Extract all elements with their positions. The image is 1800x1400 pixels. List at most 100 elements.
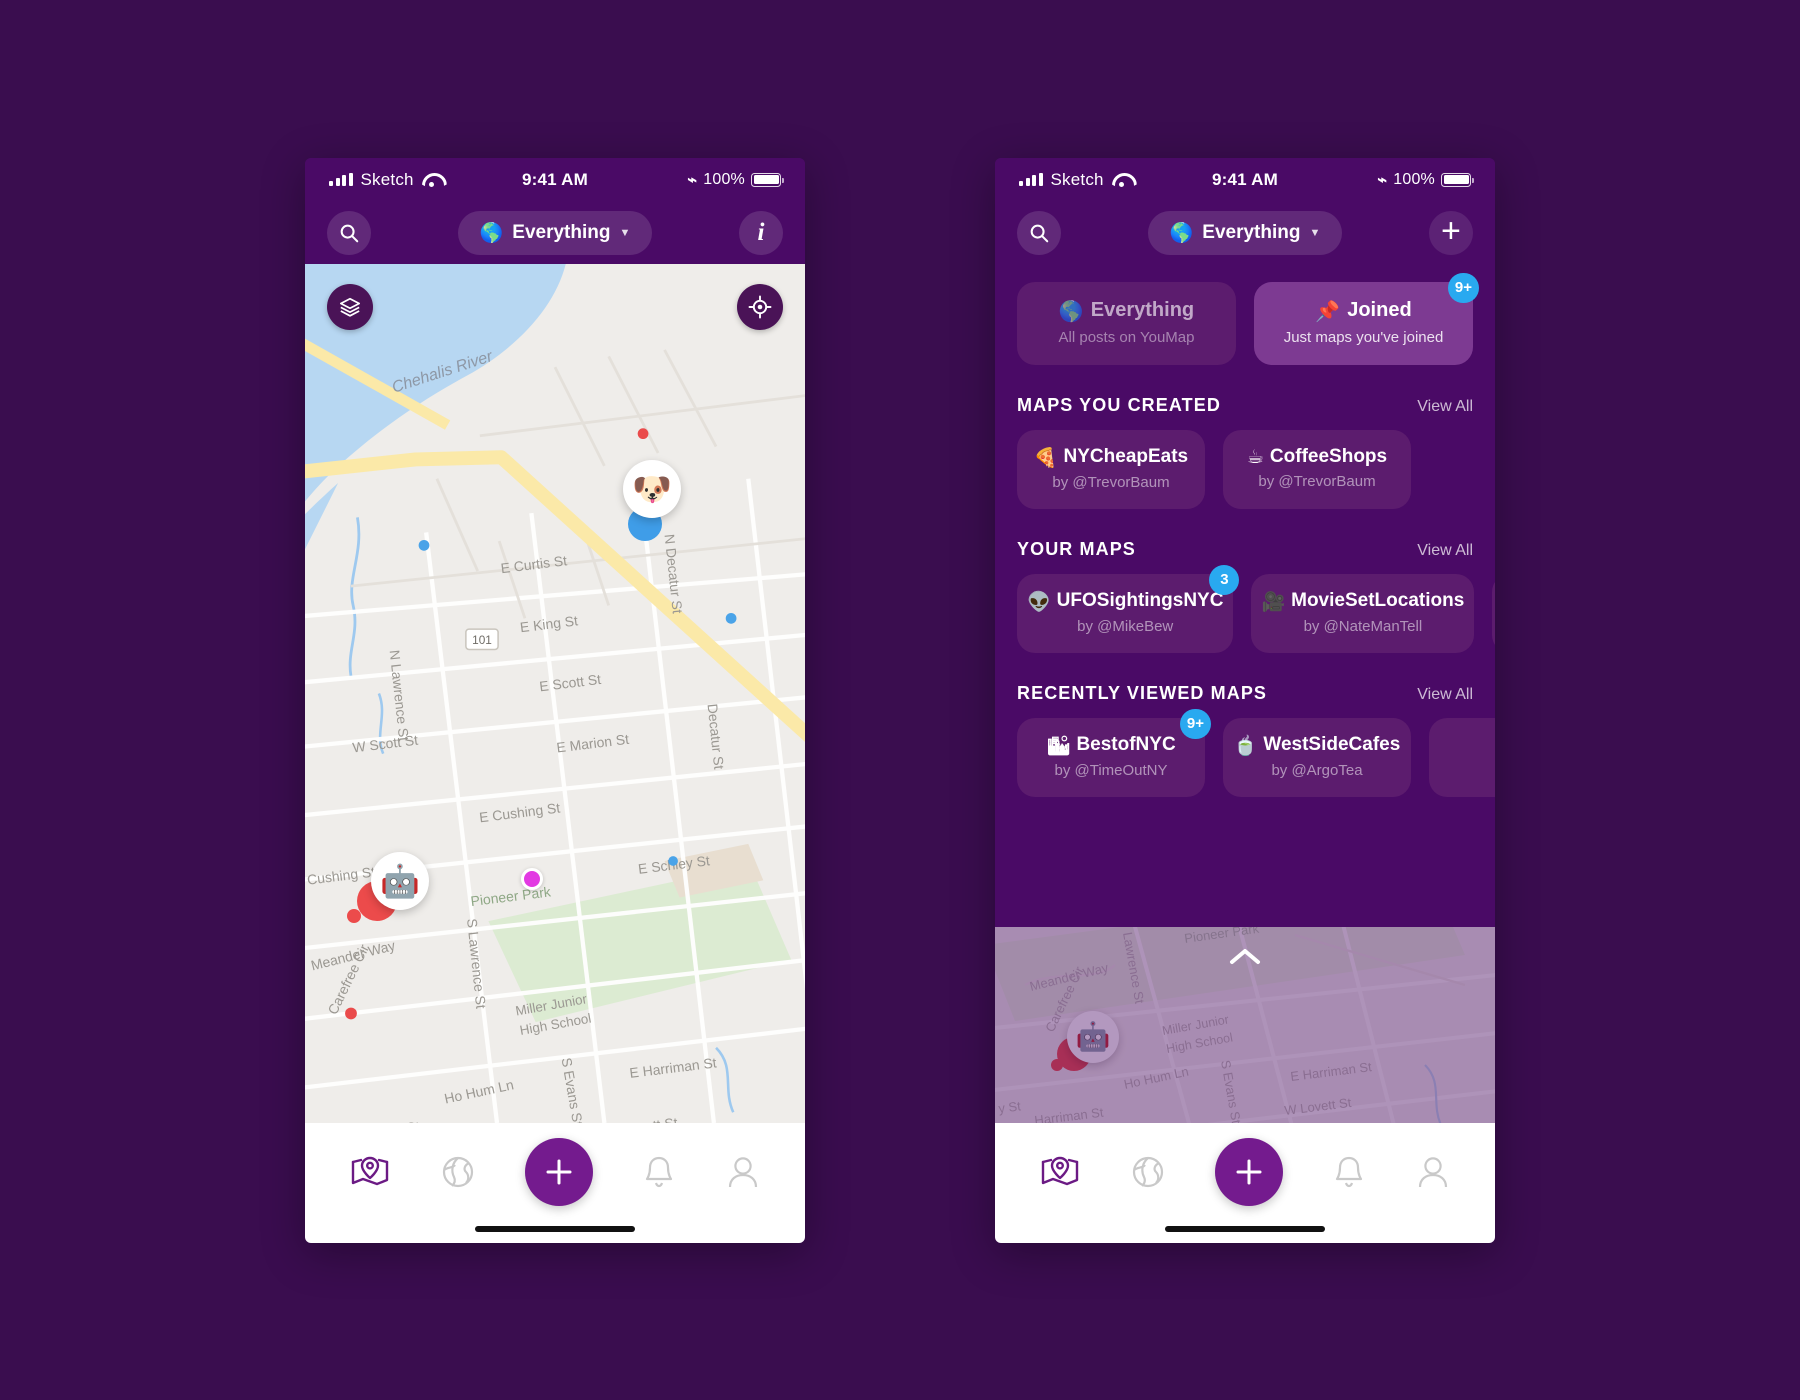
search-icon xyxy=(340,224,359,242)
mode-subtitle-everything: All posts on YouMap xyxy=(1058,328,1195,346)
map-card-badge: 9+ xyxy=(1179,708,1211,739)
map-locate-button[interactable] xyxy=(737,283,783,330)
map-name: BestofNYC xyxy=(1076,734,1176,755)
pushpin-emoji-icon: 📌 xyxy=(1315,298,1341,323)
globe-emoji-icon: 🌎 xyxy=(479,222,504,244)
robot-post-pin[interactable]: 🤖 xyxy=(371,851,429,910)
info-button[interactable]: i xyxy=(738,210,783,255)
locate-icon xyxy=(748,295,772,318)
search-button[interactable] xyxy=(1017,210,1061,255)
map-card[interactable]: 9+ 🏙 BestofNYC by @TimeOutNY xyxy=(1017,708,1211,797)
wifi-icon xyxy=(422,173,441,187)
section-header-recently-viewed: RECENTLY VIEWED MAPS View All xyxy=(995,683,1495,704)
map-card-author: by @TrevorBaum xyxy=(1052,473,1170,491)
map-layers-button[interactable] xyxy=(327,283,373,330)
map-card-badge: 3 xyxy=(1209,564,1240,595)
mode-card-joined[interactable]: 9+ 📌 Joined Just maps you've joined xyxy=(1254,272,1479,365)
map-card-title: 🏙 BestofNYC xyxy=(1027,734,1195,757)
app-header: 🌎 Everything ▼ i xyxy=(305,201,805,264)
robot-post-dot xyxy=(347,908,361,923)
create-post-fab[interactable] xyxy=(525,1137,593,1206)
maps-list-panel: 🌎 Everything All posts on YouMap 9+ 📌 Jo… xyxy=(995,263,1495,927)
add-map-button[interactable]: + xyxy=(1428,210,1473,255)
search-button[interactable] xyxy=(327,210,371,255)
map-card[interactable]: 🍕 NYCheapEats by @TrevorBaum xyxy=(1017,429,1205,509)
tab-profile[interactable] xyxy=(725,1153,761,1191)
bell-icon xyxy=(1335,1156,1363,1187)
coffee-emoji-icon: ☕ xyxy=(1246,445,1264,468)
map-canvas[interactable]: Chehalis River E Curtis St E King St E S… xyxy=(305,263,805,1123)
chevron-up-icon[interactable] xyxy=(1228,947,1262,967)
plus-icon xyxy=(1236,1159,1262,1184)
map-filter-chip[interactable]: 🌎 Everything ▼ xyxy=(1147,210,1343,255)
home-indicator xyxy=(475,1225,635,1232)
create-post-fab[interactable] xyxy=(1215,1137,1283,1206)
person-icon xyxy=(728,1156,758,1187)
map-pin-icon xyxy=(1041,1156,1079,1185)
mode-title-everything: 🌎 Everything xyxy=(1027,299,1226,323)
joined-badge: 9+ xyxy=(1447,272,1479,303)
map-filter-chip[interactable]: 🌎 Everything ▼ xyxy=(457,210,653,255)
chevron-down-icon: ▼ xyxy=(1309,226,1321,239)
section-title: YOUR MAPS xyxy=(1017,538,1136,559)
app-header: 🌎 Everything ▼ + xyxy=(995,201,1495,264)
map-card-partial[interactable] xyxy=(1492,573,1495,653)
mode-label: Joined xyxy=(1347,299,1412,321)
plus-icon xyxy=(546,1159,572,1184)
battery-icon xyxy=(751,172,784,187)
map-filter-label: Everything xyxy=(512,221,611,243)
phone-maps-list-screen: Sketch 9:41 AM ⌁ 100% 🌎 Everything ▼ + 🌎… xyxy=(995,157,1495,1243)
view-all-link[interactable]: View All xyxy=(1417,542,1473,560)
map-name: WestSideCafes xyxy=(1263,734,1401,755)
layers-icon xyxy=(339,297,361,317)
view-all-link[interactable]: View All xyxy=(1417,686,1473,704)
info-icon: i xyxy=(757,219,765,246)
plus-icon: + xyxy=(1441,212,1461,250)
pizza-emoji-icon: 🍕 xyxy=(1033,446,1058,469)
map-card-row-created[interactable]: 🍕 NYCheapEats by @TrevorBaum ☕ CoffeeSho… xyxy=(995,429,1495,509)
carrier-label: Sketch xyxy=(360,169,414,189)
view-all-link[interactable]: View All xyxy=(1417,398,1473,416)
tab-explore[interactable] xyxy=(439,1153,477,1191)
tab-maps[interactable] xyxy=(1039,1154,1081,1190)
mode-title-joined: 📌 Joined xyxy=(1264,299,1463,323)
map-card-title: ☕ CoffeeShops xyxy=(1233,446,1401,468)
map-pin-icon xyxy=(351,1156,389,1185)
tea-emoji-icon: 🍵 xyxy=(1233,734,1258,757)
cityscape-emoji-icon: 🏙 xyxy=(1046,734,1071,757)
tab-maps[interactable] xyxy=(349,1154,391,1190)
map-card-partial[interactable] xyxy=(1429,717,1495,797)
map-card-title: 🎥 MovieSetLocations xyxy=(1261,590,1464,613)
alien-emoji-icon: 👽 xyxy=(1027,590,1051,613)
map-card-row-recently-viewed[interactable]: 9+ 🏙 BestofNYC by @TimeOutNY 🍵 WestSideC… xyxy=(995,708,1495,797)
map-card[interactable]: 🎥 MovieSetLocations by @NateManTell xyxy=(1251,573,1475,653)
map-peek[interactable]: Pioneer Park Meander Way Carefree Cir Ho… xyxy=(995,926,1495,1123)
mode-card-everything[interactable]: 🌎 Everything All posts on YouMap xyxy=(1017,281,1236,365)
tab-notifications[interactable] xyxy=(1331,1153,1367,1191)
bluetooth-icon: ⌁ xyxy=(1377,171,1388,189)
clock-label: 9:41 AM xyxy=(1212,169,1278,189)
map-card-author: by @ArgoTea xyxy=(1271,761,1363,779)
svg-text:101: 101 xyxy=(472,633,492,647)
dog-post-pin[interactable]: 🐶 xyxy=(623,459,681,518)
map-card-row-your-maps[interactable]: 3 👽 UFOSightingsNYC by @MikeBew 🎥 MovieS… xyxy=(995,564,1495,653)
tab-explore[interactable] xyxy=(1129,1153,1167,1191)
map-card[interactable]: ☕ CoffeeShops by @TrevorBaum xyxy=(1223,429,1411,509)
map-card[interactable]: 3 👽 UFOSightingsNYC by @MikeBew xyxy=(1017,564,1240,653)
map-render: Chehalis River E Curtis St E King St E S… xyxy=(305,263,805,1123)
tab-create[interactable] xyxy=(525,1137,593,1206)
robot-emoji: 🤖 xyxy=(380,861,420,900)
globe-emoji-icon: 🌎 xyxy=(1058,298,1084,323)
dog-emoji: 🐶 xyxy=(632,469,672,508)
tab-profile[interactable] xyxy=(1415,1153,1451,1191)
search-icon xyxy=(1030,224,1049,242)
globe-icon xyxy=(1132,1156,1164,1187)
map-card-author: by @TimeOutNY xyxy=(1054,761,1168,779)
map-card[interactable]: 🍵 WestSideCafes by @ArgoTea xyxy=(1223,717,1411,797)
map-filter-label: Everything xyxy=(1202,221,1301,243)
section-header-your-maps: YOUR MAPS View All xyxy=(995,539,1495,560)
globe-emoji-icon: 🌎 xyxy=(1169,222,1194,244)
battery-icon xyxy=(1441,172,1474,187)
tab-create[interactable] xyxy=(1215,1137,1283,1206)
tab-notifications[interactable] xyxy=(641,1153,677,1191)
